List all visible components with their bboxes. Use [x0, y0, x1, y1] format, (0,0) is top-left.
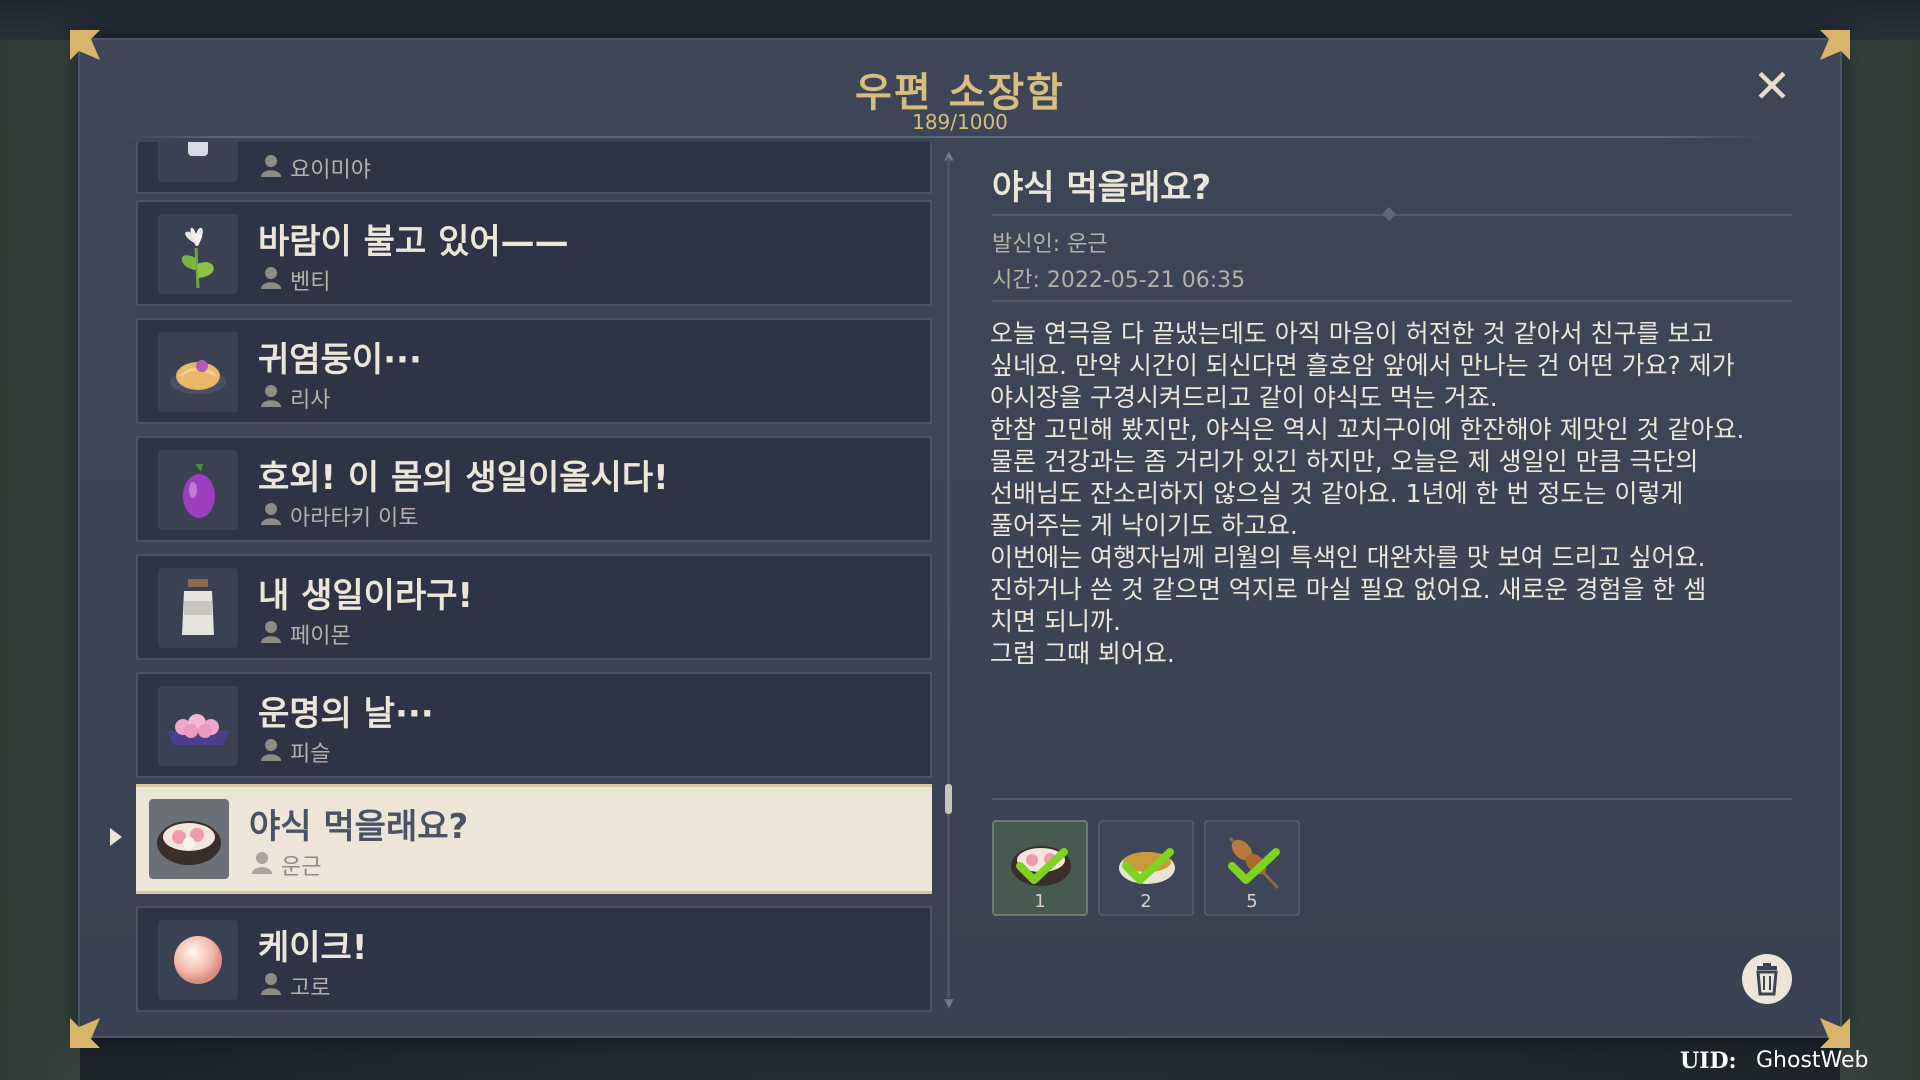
uid-value: GhostWeb [1756, 1048, 1869, 1073]
person-icon [261, 621, 281, 643]
mail-detail-time: 시간: 2022-05-21 06:35 [992, 268, 1246, 293]
eggplant-icon [158, 450, 238, 530]
dessert-bowl-icon [149, 799, 229, 879]
mail-sender: 벤티 [290, 270, 331, 295]
mail-sender: 운근 [281, 855, 322, 880]
background-right [1840, 40, 1920, 1080]
uid-label: UID: [1680, 1048, 1737, 1074]
mail-sender: 요이미야 [290, 158, 371, 183]
attachment-item[interactable]: 1 [992, 820, 1088, 916]
jar-icon [158, 142, 238, 182]
attachment-list: 1 2 5 [992, 820, 1300, 916]
mail-sender: 아라타키 이토 [290, 506, 419, 531]
list-item-selected[interactable]: 야식 먹을래요? 운근 [136, 784, 932, 894]
person-icon [261, 739, 281, 761]
dumpling-tray-icon [158, 686, 238, 766]
check-icon [1016, 848, 1068, 884]
attachment-item[interactable]: 2 [1098, 820, 1194, 916]
attachment-quantity: 5 [1246, 891, 1258, 912]
mail-detail-title: 야식 먹을래요? [992, 168, 1212, 208]
list-item[interactable]: 내 생일이라구! 페이몬 [136, 554, 932, 660]
person-icon [261, 385, 281, 407]
mail-detail-sender: 발신인: 운근 [992, 232, 1108, 257]
flower-icon [158, 214, 238, 294]
mail-body: 오늘 연극을 다 끝냈는데도 아직 마음이 허전한 것 같아서 친구를 보고 싶… [990, 319, 1745, 668]
scrollbar-track[interactable] [947, 158, 950, 998]
mail-list[interactable]: 요이미야 바람이 불고 있어—— 벤티 귀염둥이··· 리사 호외! 이 몸의 … [136, 142, 932, 1012]
trash-icon [1756, 963, 1778, 996]
mail-title: 야식 먹을래요? [249, 807, 469, 847]
check-icon [1228, 848, 1280, 884]
person-icon [261, 973, 281, 995]
mail-title: 운명의 날··· [258, 694, 434, 734]
mail-title: 내 생일이라구! [258, 576, 474, 616]
divider [992, 798, 1792, 800]
person-icon [261, 503, 281, 525]
mail-count: 189/1000 [912, 110, 1008, 134]
person-icon [261, 155, 281, 177]
mail-sender: 고로 [290, 976, 331, 1001]
scrollbar-thumb[interactable] [945, 784, 952, 814]
noodle-dish-icon [158, 332, 238, 412]
list-item[interactable]: 요이미야 [136, 142, 932, 194]
list-item[interactable]: 운명의 날··· 피슬 [136, 672, 932, 778]
list-item[interactable]: 호외! 이 몸의 생일이올시다! 아라타키 이토 [136, 436, 932, 542]
divider [992, 300, 1792, 302]
list-item[interactable]: 케이크! 고로 [136, 906, 932, 1012]
mail-title: 바람이 불고 있어—— [258, 222, 569, 262]
list-item[interactable]: 귀염둥이··· 리사 [136, 318, 932, 424]
mail-title: 귀염둥이··· [258, 340, 422, 380]
background-left [0, 40, 80, 1080]
milk-jar-icon [158, 568, 238, 648]
list-item[interactable]: 바람이 불고 있어—— 벤티 [136, 200, 932, 306]
attachment-item[interactable]: 5 [1204, 820, 1300, 916]
selection-arrow-icon [110, 828, 122, 846]
pearl-icon [158, 920, 238, 1000]
attachment-quantity: 1 [1034, 891, 1046, 912]
mail-title: 호외! 이 몸의 생일이올시다! [258, 458, 669, 498]
person-icon [252, 852, 272, 874]
attachment-quantity: 2 [1140, 891, 1152, 912]
mail-sender: 페이몬 [290, 624, 351, 649]
close-button[interactable]: ✕ [1752, 63, 1792, 109]
mail-title: 케이크! [258, 928, 368, 968]
mail-sender: 피슬 [290, 742, 331, 767]
delete-button[interactable] [1742, 954, 1792, 1004]
mail-sender: 리사 [290, 388, 331, 413]
check-icon [1122, 848, 1174, 884]
person-icon [261, 267, 281, 289]
scroll-down-icon[interactable]: ▼ [942, 997, 956, 1009]
divider [126, 136, 1766, 138]
